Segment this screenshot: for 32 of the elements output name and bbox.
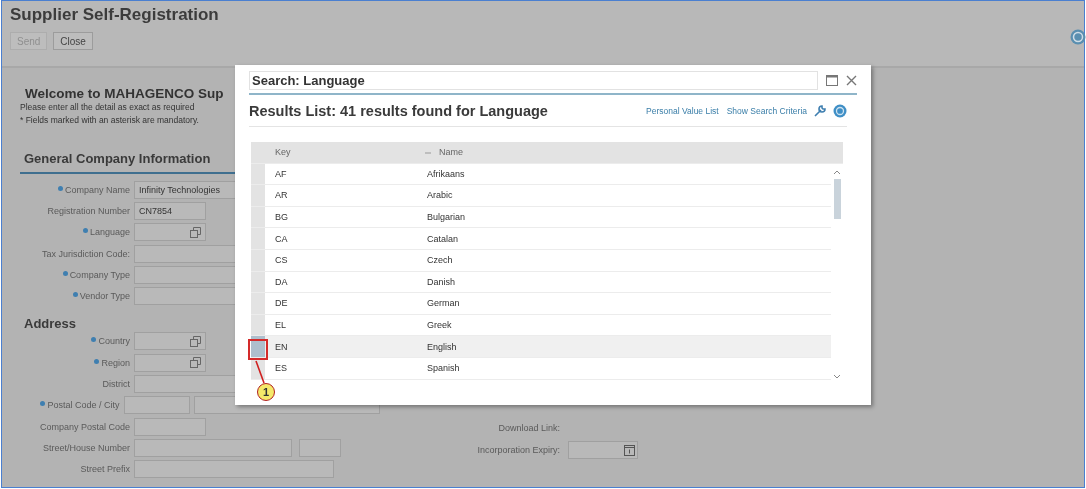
callout-number: 1: [257, 383, 275, 401]
field-label: Company Type: [69, 269, 130, 280]
field-label: Company Postal Code: [39, 421, 130, 432]
table-cell-text: BG: [274, 212, 289, 223]
field-label: Registration Number: [47, 205, 130, 216]
table-cell-text: CA: [274, 233, 289, 244]
field-label: Incorporation Expiry:: [476, 445, 560, 455]
table-cell-text: EL: [274, 320, 287, 331]
instruction-text: Please enter all the detail as exact as required: [20, 101, 195, 114]
table-cell-text: CS: [274, 255, 289, 266]
results-title: Results List: 41 results found for Language: [249, 103, 548, 119]
field-label: Street Prefix: [80, 464, 130, 475]
field-label: Country: [98, 336, 130, 347]
instruction-text: * Fields marked with an asterisk are mandatory.: [20, 114, 199, 127]
table-cell-text: EN: [274, 341, 289, 352]
welcome-heading: Welcome to MAHAGENCO Sup: [24, 86, 224, 101]
field-label: Region: [101, 357, 130, 368]
table-cell-text: AR: [274, 190, 289, 201]
field-label: Download Link:: [497, 423, 560, 433]
table-cell-text: ES: [274, 363, 288, 374]
field-label: District: [102, 379, 130, 389]
table-cell-text: DE: [274, 298, 289, 309]
dialog-title: Search: Language: [249, 71, 818, 90]
field-label: Company Name: [64, 184, 130, 195]
field-label: Postal Code / City: [47, 400, 120, 411]
field-label: Street/House Number: [42, 442, 130, 453]
section-title: Address: [23, 314, 77, 331]
field-label: Tax Jurisdiction Code:: [41, 248, 130, 259]
window-title: Supplier Self-Registration: [10, 4, 219, 26]
table-cell-text: DA: [274, 276, 289, 287]
field-label: Vendor Type: [79, 291, 130, 302]
field-label: Language: [89, 227, 130, 238]
